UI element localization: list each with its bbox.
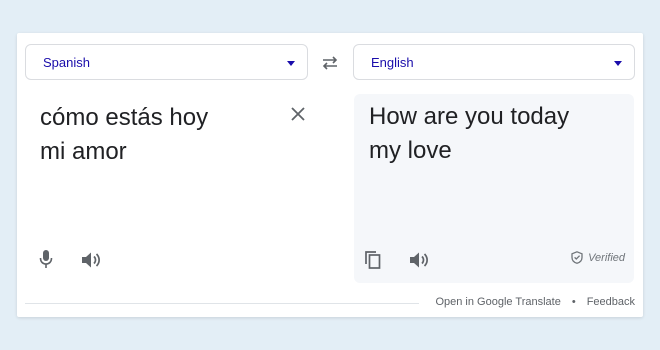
caret-down-icon xyxy=(614,61,622,66)
speaker-icon xyxy=(82,252,100,268)
speaker-icon xyxy=(410,252,428,268)
source-text-line: cómo estás hoy xyxy=(40,104,209,131)
feedback-link[interactable]: Feedback xyxy=(587,296,635,308)
source-text-input[interactable]: cómo estás hoy mi amor xyxy=(40,101,290,169)
microphone-icon xyxy=(39,250,53,268)
listen-source-button[interactable] xyxy=(80,250,102,270)
verified-badge: Verified xyxy=(571,251,625,264)
translation-output: How are you today my love xyxy=(369,100,619,168)
target-language-select[interactable]: English xyxy=(353,44,635,80)
footer-separator: • xyxy=(571,296,576,308)
translate-card: Spanish English cómo estás hoy mi amor H… xyxy=(17,33,643,317)
translation-text-line: How are you today xyxy=(369,103,570,130)
translation-panel: How are you today my love Verified xyxy=(354,94,634,283)
translation-text-line: my love xyxy=(369,137,452,164)
footer-links: Open in Google Translate • Feedback xyxy=(435,296,635,308)
swap-arrows-icon xyxy=(322,56,338,70)
shield-check-icon xyxy=(571,251,583,264)
copy-icon xyxy=(365,251,381,269)
footer-divider xyxy=(25,303,419,304)
swap-languages-button[interactable] xyxy=(316,52,344,74)
listen-translation-button[interactable] xyxy=(408,250,430,270)
copy-translation-button[interactable] xyxy=(363,249,383,271)
verified-label: Verified xyxy=(588,251,625,264)
target-language-label: English xyxy=(371,54,414,70)
clear-source-button[interactable] xyxy=(289,105,307,123)
caret-down-icon xyxy=(287,61,295,66)
close-icon xyxy=(291,107,305,121)
source-text-line: mi amor xyxy=(40,138,127,165)
open-in-google-translate-link[interactable]: Open in Google Translate xyxy=(435,296,560,308)
source-language-select[interactable]: Spanish xyxy=(25,44,308,80)
microphone-button[interactable] xyxy=(36,247,56,271)
source-language-label: Spanish xyxy=(43,54,90,70)
